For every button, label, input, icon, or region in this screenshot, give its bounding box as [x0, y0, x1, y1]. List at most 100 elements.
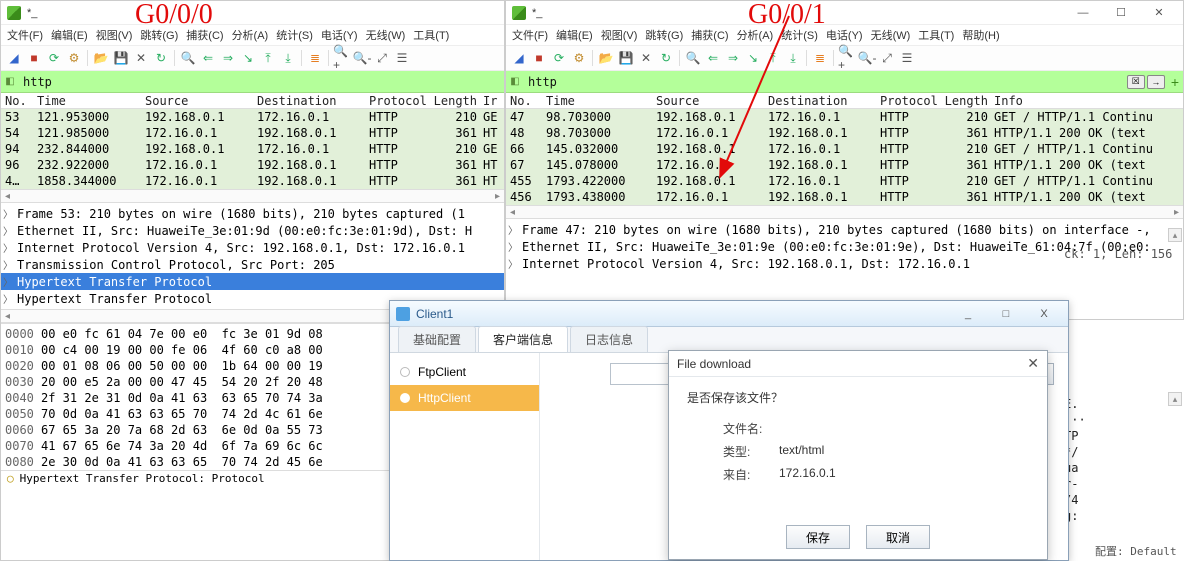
tree-line[interactable]: 〉Frame 47: 210 bytes on wire (1680 bits)… — [506, 221, 1183, 238]
packet-list-header[interactable]: No. Time Source Destination Protocol Len… — [1, 93, 504, 109]
packet-row[interactable]: 4561793.438000172.16.0.1192.168.0.1HTTP3… — [506, 189, 1183, 205]
menu-tools[interactable]: 工具(T) — [411, 27, 451, 43]
sidebar-item-ftp[interactable]: FtpClient — [390, 359, 539, 385]
menu-file[interactable]: 文件(F) — [510, 27, 550, 43]
menu-stats[interactable]: 统计(S) — [274, 27, 315, 43]
bookmark-icon[interactable]: ◧ — [506, 76, 524, 87]
col-length[interactable]: Length — [433, 94, 483, 108]
close-icon[interactable]: ✕ — [1027, 355, 1039, 372]
open-file-icon[interactable]: 📂 — [597, 49, 615, 67]
auto-scroll-icon[interactable]: ≣ — [306, 49, 324, 67]
expert-info-icon[interactable]: ◯ — [7, 472, 14, 485]
menu-analyze[interactable]: 分析(A) — [230, 27, 271, 43]
go-back-icon[interactable]: ⇐ — [199, 49, 217, 67]
save-button[interactable]: 保存 — [786, 525, 850, 549]
menu-stats[interactable]: 统计(S) — [779, 27, 820, 43]
scroll-up-icon[interactable]: ▴ — [1168, 228, 1182, 242]
menu-edit[interactable]: 编辑(E) — [49, 27, 90, 43]
packet-row[interactable]: 4551793.422000192.168.0.1172.16.0.1HTTP2… — [506, 173, 1183, 189]
sidebar-item-http[interactable]: HttpClient — [390, 385, 539, 411]
col-time[interactable]: Time — [546, 94, 656, 108]
col-info[interactable]: Ir — [483, 94, 504, 108]
go-forward-icon[interactable]: ⇒ — [724, 49, 742, 67]
resize-columns-icon[interactable]: ☰ — [898, 49, 916, 67]
tree-line[interactable]: 〉Frame 53: 210 bytes on wire (1680 bits)… — [1, 205, 504, 222]
start-capture-icon[interactable]: ◢ — [510, 49, 528, 67]
col-source[interactable]: Source — [656, 94, 768, 108]
find-packet-icon[interactable]: 🔍 — [179, 49, 197, 67]
go-first-icon[interactable]: ⤒ — [259, 49, 277, 67]
col-no[interactable]: No. — [1, 94, 37, 108]
tree-line[interactable]: 〉Transmission Control Protocol, Src Port… — [1, 256, 504, 273]
go-to-packet-icon[interactable]: ↘ — [239, 49, 257, 67]
restart-capture-icon[interactable]: ⟳ — [550, 49, 568, 67]
packet-row[interactable]: 4898.703000172.16.0.1192.168.0.1HTTP361H… — [506, 125, 1183, 141]
zoom-out-icon[interactable]: 🔍- — [858, 49, 876, 67]
menu-view[interactable]: 视图(V) — [599, 27, 640, 43]
col-info[interactable]: Info — [994, 94, 1183, 108]
auto-scroll-icon[interactable]: ≣ — [811, 49, 829, 67]
menubar[interactable]: 文件(F) 编辑(E) 视图(V) 跳转(G) 捕获(C) 分析(A) 统计(S… — [1, 25, 504, 45]
cancel-button[interactable]: 取消 — [866, 525, 930, 549]
menu-help[interactable]: 帮助(H) — [960, 27, 1001, 43]
save-file-icon[interactable]: 💾 — [617, 49, 635, 67]
close-file-icon[interactable]: ✕ — [637, 49, 655, 67]
menu-telephony[interactable]: 电话(Y) — [824, 27, 865, 43]
close-file-icon[interactable]: ✕ — [132, 49, 150, 67]
capture-options-icon[interactable]: ⚙ — [65, 49, 83, 67]
packet-row[interactable]: 66145.032000192.168.0.1172.16.0.1HTTP210… — [506, 141, 1183, 157]
go-first-icon[interactable]: ⤒ — [764, 49, 782, 67]
zoom-in-icon[interactable]: 🔍+ — [838, 49, 856, 67]
horizontal-scrollbar[interactable]: ◂▸ — [506, 205, 1183, 219]
display-filter-input[interactable] — [524, 72, 1123, 92]
col-destination[interactable]: Destination — [257, 94, 369, 108]
go-last-icon[interactable]: ⤓ — [784, 49, 802, 67]
zoom-in-icon[interactable]: 🔍+ — [333, 49, 351, 67]
col-length[interactable]: Length — [944, 94, 994, 108]
zoom-reset-icon[interactable]: ⤢ — [878, 49, 896, 67]
menu-tools[interactable]: 工具(T) — [916, 27, 956, 43]
packet-row[interactable]: 53121.953000192.168.0.1172.16.0.1HTTP210… — [1, 109, 504, 125]
col-time[interactable]: Time — [37, 94, 145, 108]
client-titlebar[interactable]: Client1 _ □ X — [390, 301, 1068, 327]
col-destination[interactable]: Destination — [768, 94, 880, 108]
packet-row[interactable]: 4…1858.344000172.16.0.1192.168.0.1HTTP36… — [1, 173, 504, 189]
col-no[interactable]: No. — [506, 94, 546, 108]
menu-capture[interactable]: 捕获(C) — [184, 27, 225, 43]
tree-line[interactable]: 〉Ethernet II, Src: HuaweiTe_3e:01:9d (00… — [1, 222, 504, 239]
tree-line[interactable]: 〉Internet Protocol Version 4, Src: 192.1… — [1, 239, 504, 256]
go-last-icon[interactable]: ⤓ — [279, 49, 297, 67]
col-protocol[interactable]: Protocol — [880, 94, 944, 108]
tree-line[interactable]: 〉Hypertext Transfer Protocol — [1, 273, 504, 290]
close-button[interactable]: X — [1026, 304, 1062, 324]
menu-file[interactable]: 文件(F) — [5, 27, 45, 43]
menu-edit[interactable]: 编辑(E) — [554, 27, 595, 43]
packet-list-header[interactable]: No. Time Source Destination Protocol Len… — [506, 93, 1183, 109]
save-file-icon[interactable]: 💾 — [112, 49, 130, 67]
col-source[interactable]: Source — [145, 94, 257, 108]
menu-wireless[interactable]: 无线(W) — [869, 27, 913, 43]
stop-capture-icon[interactable]: ■ — [25, 49, 43, 67]
tab-basic[interactable]: 基础配置 — [398, 326, 476, 352]
minimize-button[interactable]: _ — [950, 304, 986, 324]
menu-go[interactable]: 跳转(G) — [138, 27, 180, 43]
maximize-button[interactable]: □ — [988, 304, 1024, 324]
find-packet-icon[interactable]: 🔍 — [684, 49, 702, 67]
packet-row[interactable]: 67145.078000172.16.0.1192.168.0.1HTTP361… — [506, 157, 1183, 173]
start-capture-icon[interactable]: ◢ — [5, 49, 23, 67]
menubar[interactable]: 文件(F) 编辑(E) 视图(V) 跳转(G) 捕获(C) 分析(A) 统计(S… — [506, 25, 1183, 45]
packet-row[interactable]: 4798.703000192.168.0.1172.16.0.1HTTP210G… — [506, 109, 1183, 125]
horizontal-scrollbar[interactable]: ◂▸ — [1, 189, 504, 203]
capture-options-icon[interactable]: ⚙ — [570, 49, 588, 67]
col-protocol[interactable]: Protocol — [369, 94, 433, 108]
packet-row[interactable]: 96232.922000172.16.0.1192.168.0.1HTTP361… — [1, 157, 504, 173]
menu-view[interactable]: 视图(V) — [94, 27, 135, 43]
zoom-reset-icon[interactable]: ⤢ — [373, 49, 391, 67]
add-filter-icon[interactable]: + — [1171, 74, 1179, 90]
restart-capture-icon[interactable]: ⟳ — [45, 49, 63, 67]
open-file-icon[interactable]: 📂 — [92, 49, 110, 67]
reload-icon[interactable]: ↻ — [657, 49, 675, 67]
tab-log[interactable]: 日志信息 — [570, 326, 648, 352]
go-forward-icon[interactable]: ⇒ — [219, 49, 237, 67]
close-button[interactable]: ✕ — [1141, 3, 1177, 23]
